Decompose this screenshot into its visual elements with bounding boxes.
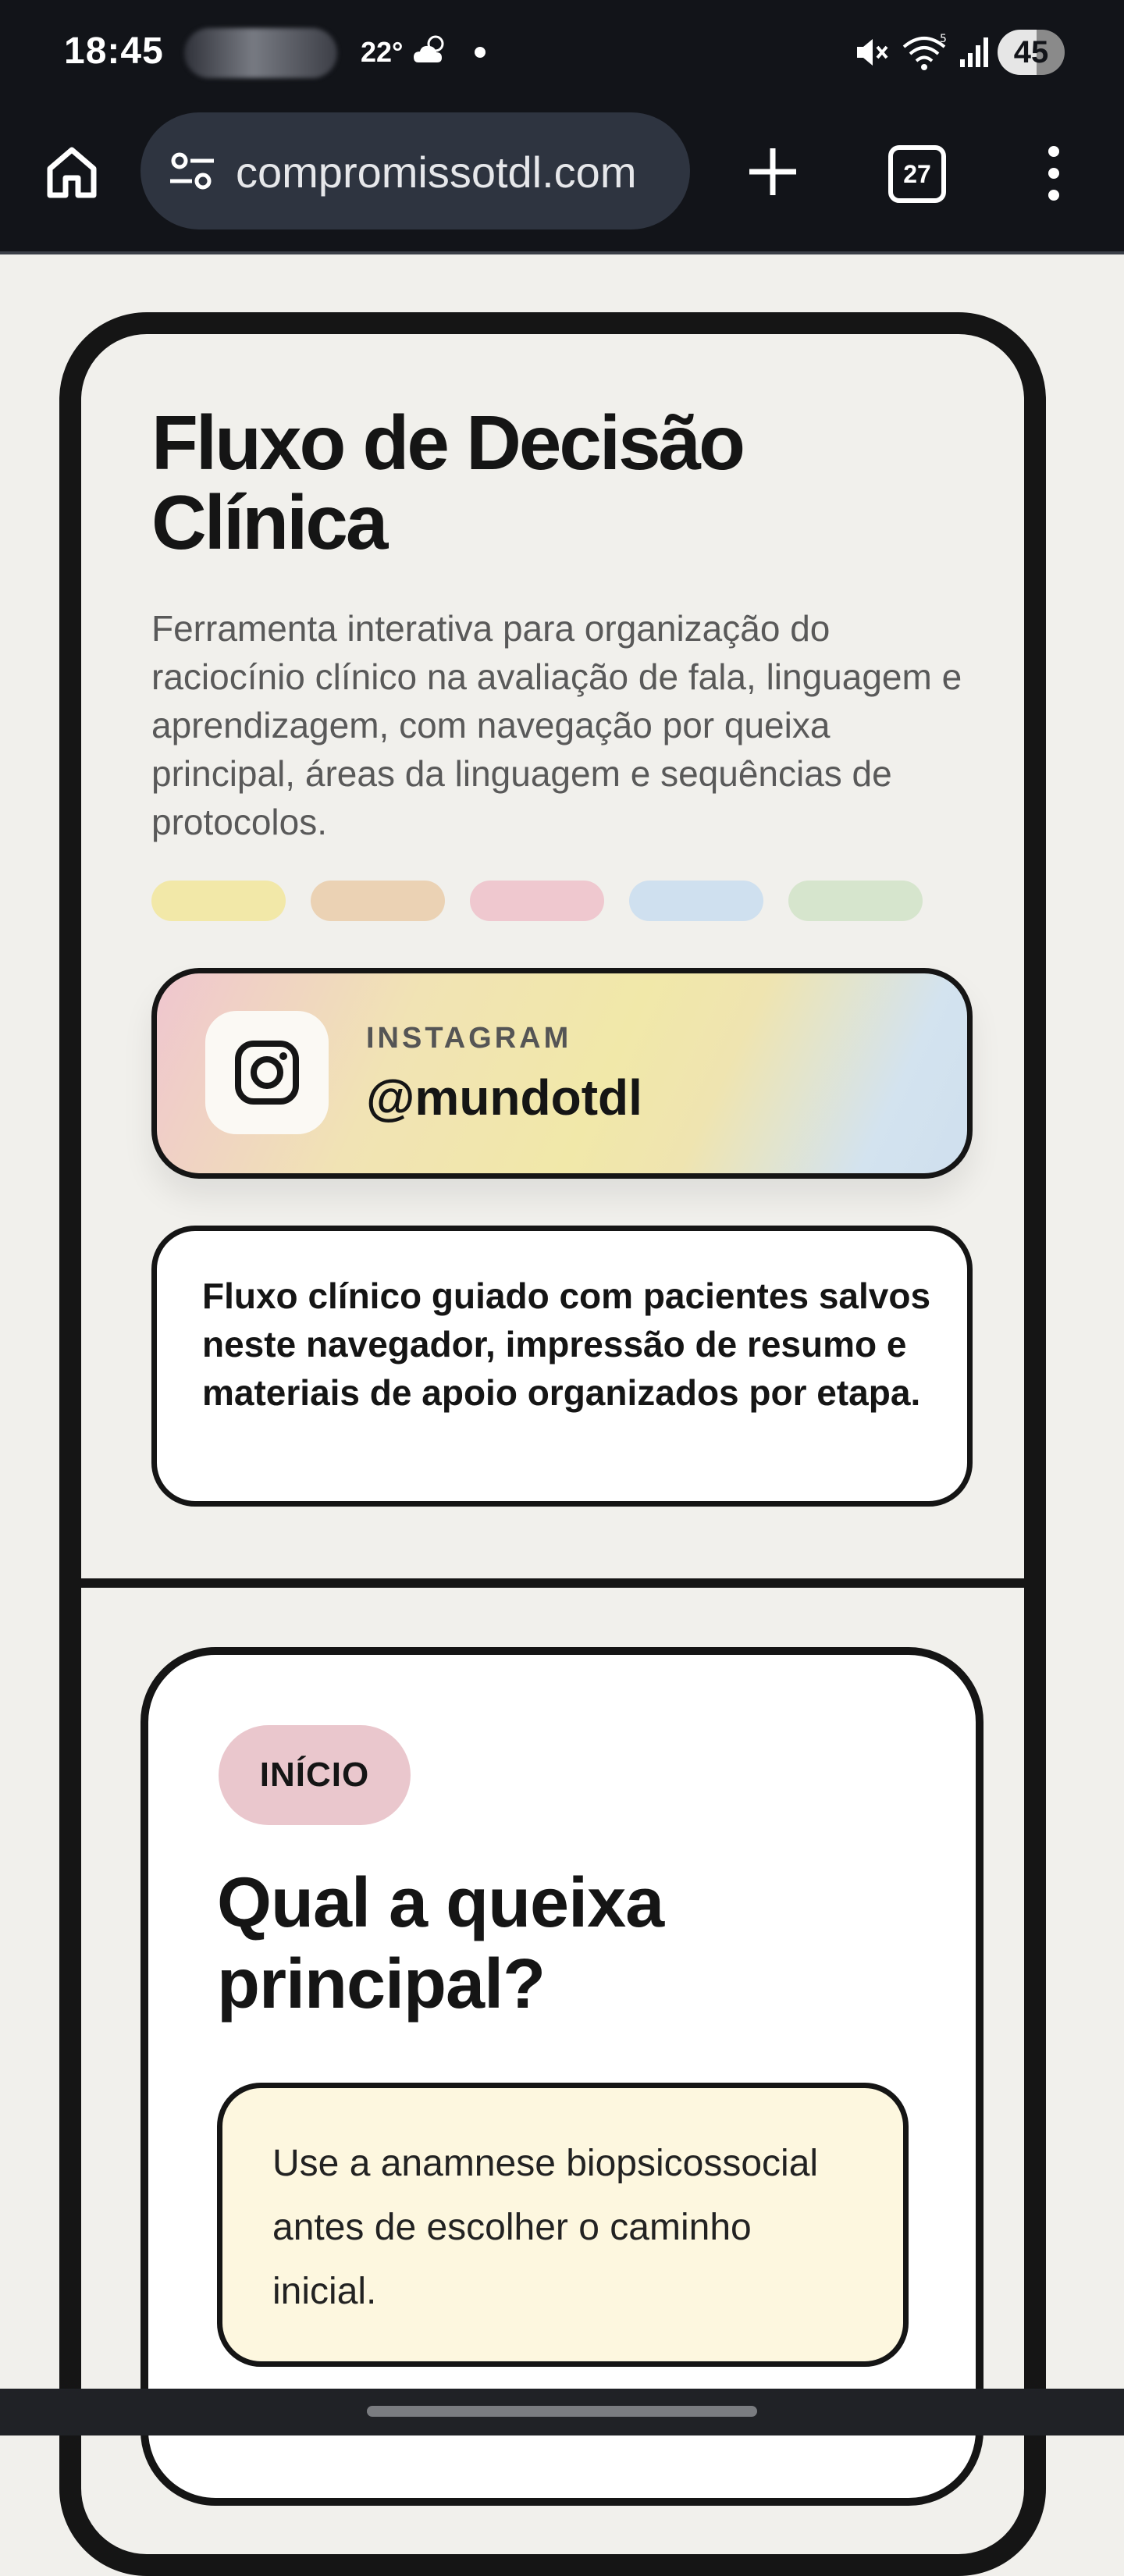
instagram-label: INSTAGRAM <box>366 1022 572 1055</box>
url-text[interactable]: compromissotdl.com <box>236 147 673 197</box>
more-menu-icon[interactable] <box>1038 141 1069 206</box>
notification-dot <box>475 47 486 58</box>
color-pill-pink <box>470 881 604 921</box>
color-pill-peach <box>311 881 445 921</box>
page-description: Ferramenta interativa para organização d… <box>151 608 962 842</box>
site-settings-icon[interactable] <box>167 148 217 195</box>
step-badge: INÍCIO <box>219 1725 411 1825</box>
status-time: 18:45 <box>64 30 164 72</box>
signal-icon <box>960 37 988 67</box>
wifi-icon: 5 <box>902 33 947 70</box>
hint-text: Use a anamnese biopsicossocial antes de … <box>272 2143 819 2312</box>
page-title: Fluxo de Decisão Clínica <box>151 400 745 565</box>
weather-cloud-icon <box>414 35 444 62</box>
notification-icons-blurred <box>184 28 337 78</box>
browser-toolbar: compromissotdl.com 27 <box>0 106 1124 253</box>
info-card: Fluxo clínico guiado com pacientes salvo… <box>151 1226 973 1507</box>
home-icon[interactable] <box>41 141 103 203</box>
toolbar-divider <box>0 251 1124 254</box>
status-bar: 18:45 22° 5 45 <box>0 0 1124 106</box>
color-pill-green <box>788 881 923 921</box>
battery-indicator: 45 <box>998 30 1065 75</box>
address-bar[interactable]: compromissotdl.com <box>140 112 690 229</box>
instagram-link-card[interactable]: INSTAGRAM @mundotdl <box>151 968 973 1179</box>
section-divider <box>81 1578 1043 1588</box>
tab-switcher-button[interactable]: 27 <box>888 145 946 203</box>
gesture-handle[interactable] <box>367 2406 757 2417</box>
hint-box: Use a anamnese biopsicossocial antes de … <box>217 2083 909 2367</box>
status-temperature: 22° <box>361 36 404 68</box>
new-tab-icon[interactable] <box>740 139 806 205</box>
mute-icon <box>857 39 888 66</box>
instagram-icon <box>235 1041 299 1105</box>
question-title: Qual a queixa principal? <box>217 1864 664 2023</box>
color-pill-yellow <box>151 881 286 921</box>
color-pill-blue <box>629 881 763 921</box>
instagram-icon-box <box>205 1011 329 1134</box>
info-text: Fluxo clínico guiado com pacientes salvo… <box>202 1276 931 1413</box>
instagram-handle[interactable]: @mundotdl <box>366 1069 642 1126</box>
svg-text:5: 5 <box>940 33 947 45</box>
system-nav-bar <box>0 2389 1124 2435</box>
